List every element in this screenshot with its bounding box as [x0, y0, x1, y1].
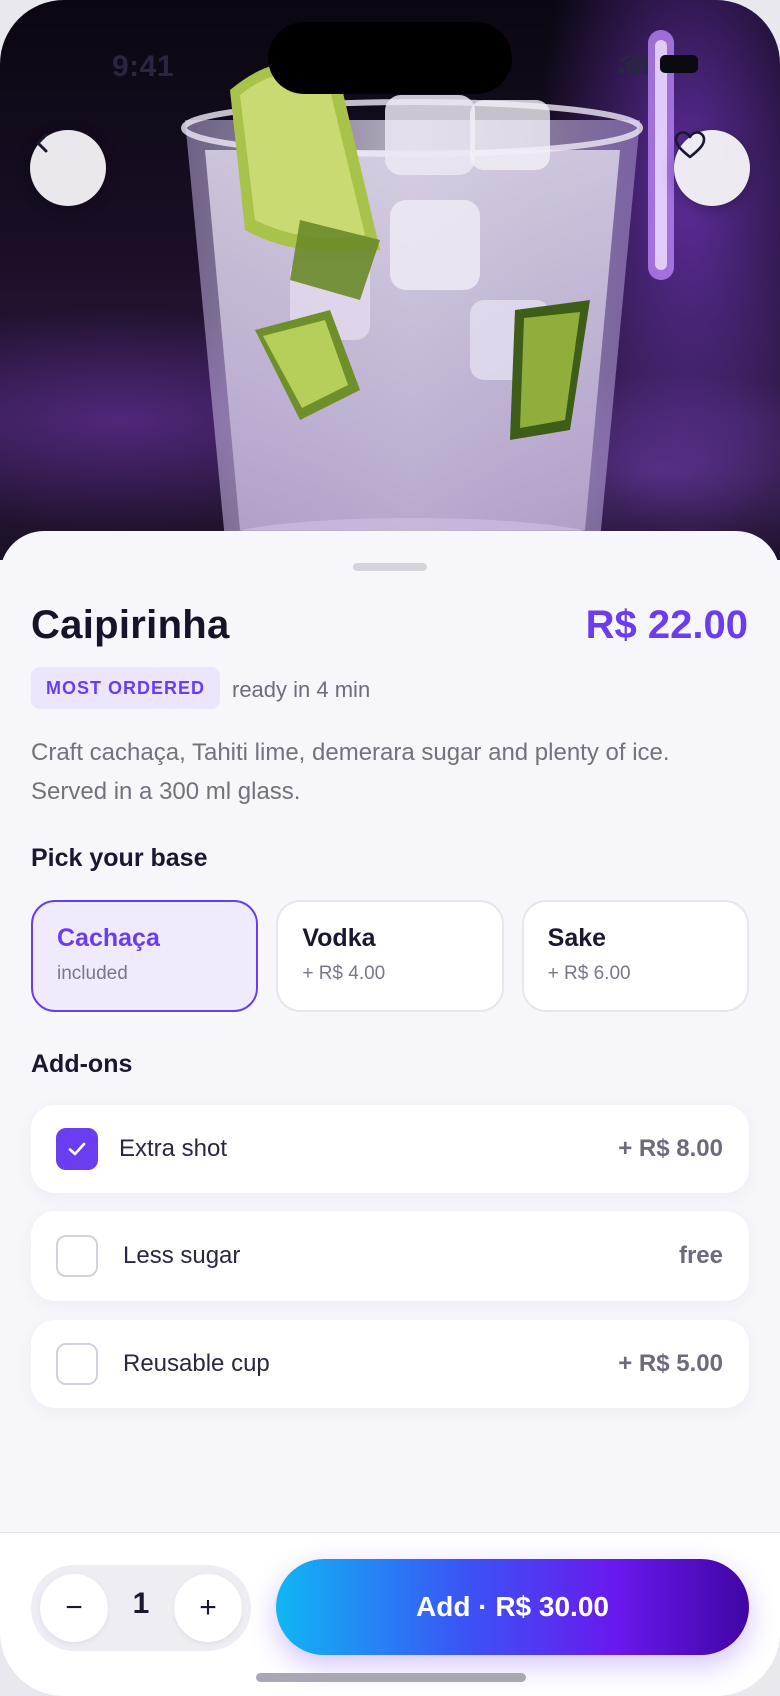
addon-checkbox[interactable]	[56, 1235, 98, 1277]
addon-label: Less sugar	[123, 1242, 241, 1269]
product-description: Craft cachaça, Tahiti lime, demerara sug…	[31, 739, 670, 805]
product-photo: 9:41	[0, 0, 780, 560]
addon-price: + R$ 5.00	[618, 1350, 723, 1377]
addon-label: Extra shot	[119, 1135, 228, 1162]
addon-checkbox[interactable]	[56, 1128, 98, 1170]
addon-label: Reusable cup	[123, 1350, 270, 1377]
battery-icon	[660, 55, 698, 73]
heart-icon	[674, 131, 706, 159]
base-option-price: included	[57, 963, 128, 984]
base-option-cachaca[interactable]: Cachaça included	[31, 900, 259, 1012]
addon-less-sugar[interactable]: Less sugar free	[31, 1211, 749, 1301]
home-indicator[interactable]	[256, 1673, 526, 1682]
ready-time: ready in 4 min	[232, 677, 371, 702]
decrease-quantity-button[interactable]: −	[40, 1574, 108, 1642]
dynamic-island	[268, 22, 512, 94]
status-time: 9:41	[112, 50, 175, 83]
checkmark-icon	[68, 1142, 86, 1156]
add-to-order-button[interactable]: Add · R$ 30.00	[276, 1559, 749, 1655]
base-option-price: + R$ 4.00	[302, 963, 386, 984]
sheet-grabber[interactable]	[353, 563, 427, 571]
quantity-stepper: 1 − +	[31, 1565, 251, 1651]
addon-reusable-cup[interactable]: Reusable cup + R$ 5.00	[31, 1320, 749, 1408]
product-price: R$ 22.00	[585, 603, 748, 647]
base-option-sake[interactable]: Sake + R$ 6.00	[521, 900, 749, 1012]
base-section-title: Pick your base	[31, 844, 208, 872]
chevron-left-icon	[36, 133, 48, 153]
order-bar: 1 − + Add · R$ 30.00	[0, 1532, 780, 1696]
wifi-icon	[619, 54, 647, 73]
product-detail-sheet: Caipirinha R$ 22.00 MOST ORDERED ready i…	[0, 531, 780, 1531]
base-options: Cachaça included Vodka + R$ 4.00 Sake + …	[31, 900, 749, 1012]
addon-price: free	[678, 1242, 723, 1269]
base-option-name: Cachaça	[57, 924, 160, 952]
most-ordered-badge: MOST ORDERED	[31, 667, 221, 709]
increase-quantity-button[interactable]: +	[174, 1574, 242, 1642]
base-option-vodka[interactable]: Vodka + R$ 4.00	[276, 900, 504, 1012]
back-button[interactable]	[30, 130, 106, 206]
product-title: Caipirinha	[31, 603, 230, 647]
base-option-price: + R$ 6.00	[547, 963, 631, 984]
addon-price: + R$ 8.00	[618, 1135, 723, 1162]
addons-section-title: Add-ons	[31, 1050, 133, 1078]
status-icons	[619, 54, 698, 74]
addon-extra-shot[interactable]: Extra shot + R$ 8.00	[31, 1105, 749, 1193]
addon-checkbox[interactable]	[56, 1343, 98, 1385]
favorite-button[interactable]	[674, 130, 750, 206]
base-option-name: Sake	[547, 924, 607, 952]
base-option-name: Vodka	[302, 924, 376, 952]
phone-screen: 9:41 Caipirinha R$ 22.00 MOST ORDERED re…	[0, 0, 780, 1696]
